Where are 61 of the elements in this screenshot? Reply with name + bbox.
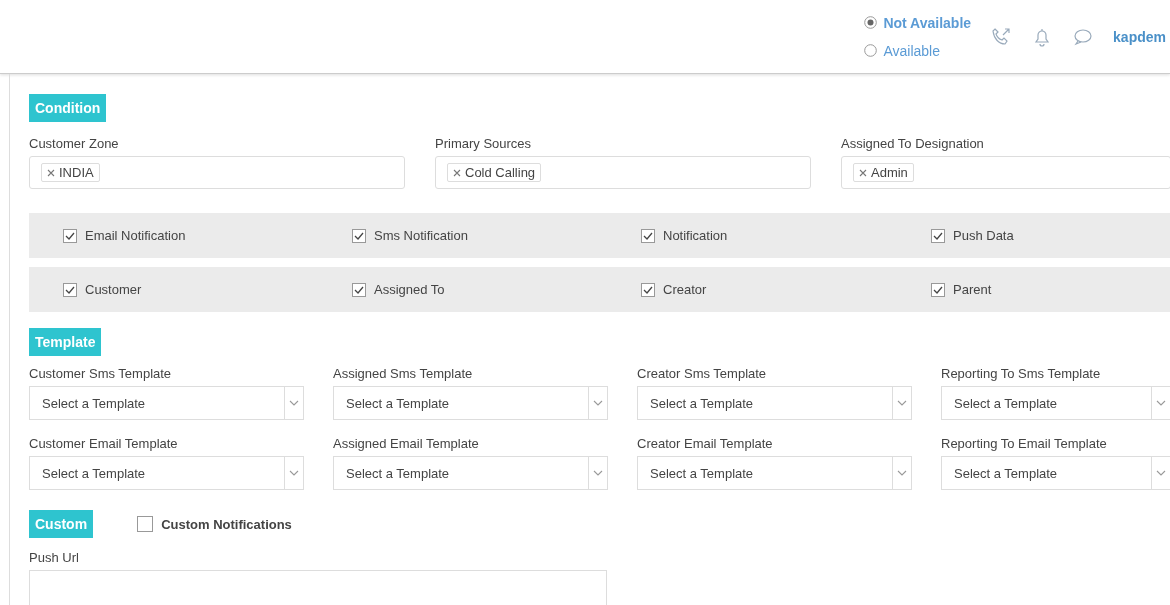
push-url-field[interactable] [29, 570, 607, 605]
template-select[interactable]: Select a Template [333, 456, 608, 490]
checkbox-label[interactable]: Customer [85, 282, 142, 297]
selected-tag[interactable]: Admin [853, 163, 914, 182]
template-select[interactable]: Select a Template [941, 386, 1170, 420]
chevron-down-icon [897, 400, 907, 406]
template-select[interactable]: Select a Template [29, 456, 304, 490]
checkbox[interactable] [137, 516, 154, 532]
section-heading: Template [29, 328, 102, 356]
field-label: Reporting To Email Template [941, 436, 1108, 451]
template-select[interactable]: Select a Template [941, 456, 1170, 490]
field-label: Customer Email Template [29, 436, 179, 451]
checkbox-label[interactable]: Creator [663, 282, 707, 297]
checkbox[interactable] [641, 228, 655, 243]
checkbox[interactable] [352, 282, 366, 297]
multi-select-field[interactable]: Cold Calling [435, 156, 811, 189]
checkbox[interactable] [352, 228, 366, 243]
checkbox[interactable] [931, 228, 945, 243]
multi-select-field[interactable]: INDIA [29, 156, 405, 189]
field-label: Assigned Email Template [333, 436, 480, 451]
chevron-down-icon [289, 470, 299, 476]
field-label: Customer Sms Template [29, 366, 173, 381]
checkbox[interactable] [641, 282, 655, 297]
checkbox[interactable] [63, 282, 77, 297]
checkbox-label[interactable]: Email Notification [85, 228, 186, 243]
field-label: Primary Sources [435, 136, 533, 151]
chevron-down-icon [593, 470, 603, 476]
radio-button[interactable] [864, 16, 878, 29]
remove-icon[interactable] [859, 168, 867, 177]
field-label: Assigned Sms Template [333, 366, 474, 381]
template-select[interactable]: Select a Template [637, 386, 912, 420]
section-heading: Custom [29, 510, 94, 538]
chevron-down-icon [593, 400, 603, 406]
multi-select-field[interactable]: Admin [841, 156, 1170, 189]
field-label: Assigned To Designation [841, 136, 985, 151]
field-label: Customer Zone [29, 136, 120, 151]
template-select[interactable]: Select a Template [333, 386, 608, 420]
field-label: Creator Email Template [637, 436, 774, 451]
field-label: Push Url [29, 550, 80, 565]
checkbox-label[interactable]: Sms Notification [374, 228, 468, 243]
checkbox-label[interactable]: Parent [953, 282, 992, 297]
chevron-down-icon [897, 470, 907, 476]
chevron-down-icon [1156, 400, 1166, 406]
section-heading: Condition [29, 94, 107, 122]
checkbox-label[interactable]: Assigned To [374, 282, 445, 297]
chevron-down-icon [289, 400, 299, 406]
selected-tag[interactable]: Cold Calling [447, 163, 542, 182]
template-select[interactable]: Select a Template [637, 456, 912, 490]
template-select[interactable]: Select a Template [29, 386, 304, 420]
selected-tag[interactable]: INDIA [41, 163, 100, 182]
chevron-down-icon [1156, 470, 1166, 476]
checkbox-label[interactable]: Notification [663, 228, 728, 243]
field-label: Creator Sms Template [637, 366, 768, 381]
radio-button[interactable] [864, 44, 878, 57]
checkbox-label[interactable]: Custom Notifications [161, 516, 292, 532]
checkbox[interactable] [63, 228, 77, 243]
checkbox[interactable] [931, 282, 945, 297]
remove-icon[interactable] [47, 168, 55, 177]
remove-icon[interactable] [453, 168, 461, 177]
checkbox-label[interactable]: Push Data [953, 228, 1014, 243]
field-label: Reporting To Sms Template [941, 366, 1102, 381]
